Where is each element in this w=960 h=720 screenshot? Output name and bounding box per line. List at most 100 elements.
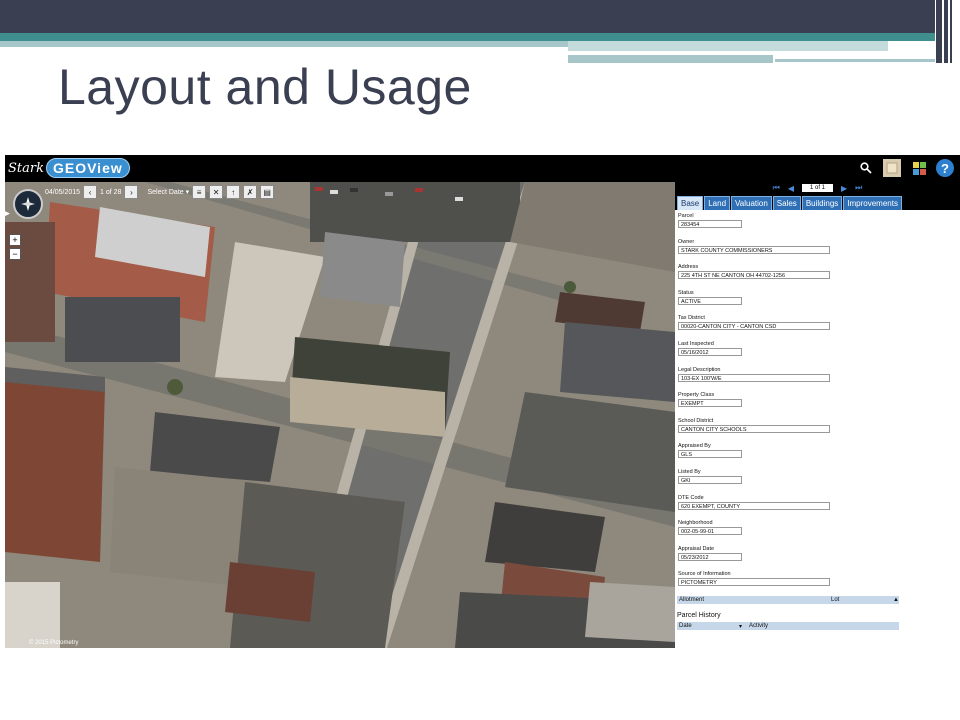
field-label: Address (678, 264, 699, 271)
first-record-icon[interactable]: ⏮ (773, 183, 780, 193)
slide-accent-bar (950, 0, 952, 63)
previous-record-icon[interactable]: ◀ (788, 184, 794, 193)
field-value[interactable]: PICTOMETRY (678, 578, 830, 587)
field-value[interactable]: GKI (678, 475, 742, 484)
compass-control[interactable] (13, 189, 43, 219)
field-value[interactable]: 620 EXEMPT, COUNTY (678, 501, 830, 510)
geoview-app: Stark GEOView ? ▶ + − 04/05/2015 ‹ 1 of … (5, 155, 960, 648)
field-label: School District (678, 417, 714, 424)
field-label: Parcel (678, 213, 694, 219)
tab-sales[interactable]: Sales (772, 196, 801, 210)
tab-buildings[interactable]: Buildings (801, 196, 843, 210)
field-status: Status ACTIVE (678, 290, 958, 316)
field-label: Owner (678, 238, 695, 245)
app-logo[interactable]: Stark GEOView (8, 157, 130, 179)
select-date-dropdown[interactable]: Select Date ▾ (147, 188, 189, 196)
field-value[interactable]: GLS (678, 450, 742, 459)
slide-top-bar (0, 0, 935, 33)
field-label: Status (678, 289, 694, 296)
sort-down-icon[interactable]: ▾ (737, 623, 747, 630)
tab-base[interactable]: Base (677, 196, 704, 210)
parcel-fields: Parcel 283454 Owner STARK COUNTY COMMISSIO… (678, 213, 958, 597)
field-value[interactable]: 002-05-99-01 (678, 527, 742, 536)
field-value[interactable]: 00020-CANTON CITY - CANTON CSD (678, 322, 830, 331)
field-label: Neighborhood (678, 520, 713, 527)
field-last-inspected: Last Inspected 05/16/2012 (678, 341, 958, 367)
layers-stack-icon[interactable]: ≡ (192, 185, 207, 199)
clear-icon[interactable]: ✗ (243, 185, 258, 199)
search-icon[interactable] (857, 159, 875, 177)
next-record-icon[interactable]: ▶ (841, 184, 847, 193)
pointer-icon[interactable]: ↑ (226, 185, 241, 199)
field-tax-district: Tax District 00020-CANTON CITY - CANTON C… (678, 315, 958, 341)
field-label: Property Class (678, 392, 715, 399)
field-label: Last Inspected (678, 340, 714, 347)
field-dte-code: DTE Code 620 EXEMPT, COUNTY (678, 495, 958, 521)
map-toolbar: 04/05/2015 ‹ 1 of 28 › Select Date ▾ ≡ ✕… (45, 185, 275, 199)
last-record-icon[interactable]: ⏭ (855, 183, 862, 193)
aerial-map[interactable]: ▶ + − 04/05/2015 ‹ 1 of 28 › Select Date… (5, 182, 675, 648)
slide-title: Layout and Usage (58, 59, 472, 115)
field-neighborhood: Neighborhood 002-05-99-01 (678, 520, 958, 546)
sort-up-icon[interactable]: ▲ (891, 597, 899, 603)
field-source-of-information: Source of Information PICTOMETRY (678, 571, 958, 597)
record-pager: ⏮ ◀ 1 of 1 ▶ ⏭ (675, 182, 960, 194)
slide-accent-stripe (775, 59, 935, 62)
zoom-out-button[interactable]: − (9, 248, 21, 260)
field-address: Address 225 4TH ST NE CANTON OH 44702-125… (678, 264, 958, 290)
field-listed-by: Listed By GKI (678, 469, 958, 495)
field-value[interactable]: 05/16/2012 (678, 347, 742, 356)
field-value[interactable]: 05/23/2012 (678, 552, 742, 561)
field-property-class: Property Class EXEMPT (678, 392, 958, 418)
previous-image-button[interactable]: ‹ (83, 185, 98, 199)
field-label: Source of Information (678, 571, 731, 578)
field-label: Listed By (678, 468, 701, 475)
field-appraised-by: Appraised By GLS (678, 443, 958, 469)
activity-column[interactable]: Activity (747, 623, 768, 629)
field-value[interactable]: 283454 (678, 220, 742, 228)
slide-accent-stripe (568, 41, 888, 51)
field-legal-description: Legal Description 103-EX 100'W/E (678, 367, 958, 393)
slide-accent-stripe (0, 33, 935, 41)
field-label: Tax District (678, 315, 705, 322)
next-image-button[interactable]: › (124, 185, 139, 199)
field-value[interactable]: ACTIVE (678, 296, 742, 305)
image-page-label: 1 of 28 (100, 188, 122, 196)
image-date: 04/05/2015 (45, 188, 81, 196)
field-value[interactable]: EXEMPT (678, 399, 742, 408)
date-column[interactable]: Date (677, 623, 737, 629)
app-header: Stark GEOView ? (5, 155, 960, 182)
parcel-history-grid-header: Date ▾ Activity (677, 622, 899, 630)
layers-icon[interactable] (883, 159, 901, 177)
field-value[interactable]: 103-EX 100'W/E (678, 373, 830, 382)
logo-stark-text: Stark (8, 160, 44, 176)
field-value[interactable]: 225 4TH ST NE CANTON OH 44702-1256 (678, 271, 830, 280)
allotment-column[interactable]: Allotment (677, 597, 829, 603)
field-school-district: School District CANTON CITY SCHOOLS (678, 418, 958, 444)
panel-tabs: Base Land Valuation Sales Buildings Impr… (675, 194, 960, 210)
print-icon[interactable]: ▤ (260, 185, 275, 199)
field-appraisal-date: Appraisal Date 05/23/2012 (678, 546, 958, 572)
slide-accent-bar (936, 0, 942, 63)
slide-accent-bar (944, 0, 948, 63)
tab-improvements[interactable]: Improvements (843, 196, 902, 210)
field-parcel: Parcel 283454 (678, 213, 958, 239)
field-label: Appraisal Date (678, 545, 715, 552)
field-value[interactable]: STARK COUNTY COMMISSIONERS (678, 245, 830, 254)
tab-valuation[interactable]: Valuation (731, 196, 772, 210)
allotment-grid-header: Allotment Lot ▲ (677, 596, 899, 604)
zoom-in-button[interactable]: + (9, 234, 21, 246)
parcel-history-title: Parcel History (677, 612, 721, 619)
field-value[interactable]: CANTON CITY SCHOOLS (678, 424, 830, 433)
tools-icon[interactable]: ✕ (209, 185, 224, 199)
record-page-label: 1 of 1 (801, 184, 833, 192)
field-label: Legal Description (678, 366, 721, 373)
help-icon[interactable]: ? (936, 159, 954, 177)
lot-column[interactable]: Lot (829, 597, 891, 603)
collapse-arrow-icon[interactable]: ▶ (5, 208, 10, 219)
field-owner: Owner STARK COUNTY COMMISSIONERS (678, 239, 958, 265)
logo-geoview-text: GEOView (45, 158, 130, 178)
grid-icon[interactable] (910, 159, 928, 177)
map-copyright: © 2015 Pictometry (29, 640, 79, 646)
tab-land[interactable]: Land (704, 196, 731, 210)
